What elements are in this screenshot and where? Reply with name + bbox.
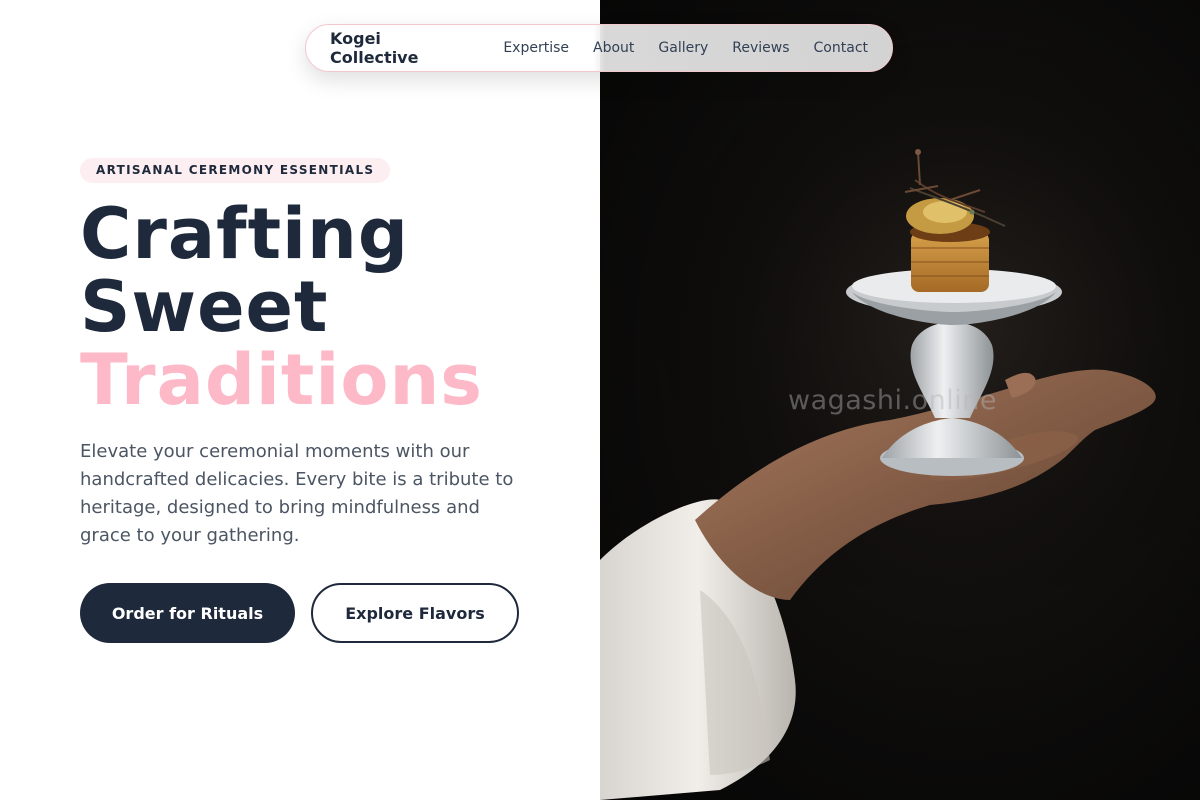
hero-image: wagashi.online bbox=[600, 0, 1200, 800]
category-badge: ARTISANAL CEREMONY ESSENTIALS bbox=[80, 158, 391, 183]
headline-line-3: Traditions bbox=[80, 339, 483, 421]
nav-link-contact[interactable]: Contact bbox=[814, 40, 868, 56]
explore-flavors-button[interactable]: Explore Flavors bbox=[311, 583, 519, 643]
headline-line-1: Crafting bbox=[80, 193, 409, 275]
hero-description: Elevate your ceremonial moments with our… bbox=[80, 441, 514, 546]
hero-section: ARTISANAL CEREMONY ESSENTIALS Crafting S… bbox=[0, 0, 600, 800]
nav-link-reviews[interactable]: Reviews bbox=[732, 40, 789, 56]
nav-link-gallery[interactable]: Gallery bbox=[658, 40, 708, 56]
landing-page: ARTISANAL CEREMONY ESSENTIALS Crafting S… bbox=[0, 0, 1200, 800]
top-navigation: Kogei Collective Expertise About Gallery… bbox=[305, 24, 893, 72]
hero-headline: Crafting Sweet Traditions bbox=[80, 198, 483, 417]
order-for-rituals-button[interactable]: Order for Rituals bbox=[80, 583, 295, 643]
headline-line-2: Sweet bbox=[80, 266, 329, 348]
nav-link-expertise[interactable]: Expertise bbox=[503, 40, 569, 56]
nav-link-about[interactable]: About bbox=[593, 40, 634, 56]
watermark-text: wagashi.online bbox=[788, 385, 997, 416]
brand-logo[interactable]: Kogei Collective bbox=[330, 29, 471, 67]
